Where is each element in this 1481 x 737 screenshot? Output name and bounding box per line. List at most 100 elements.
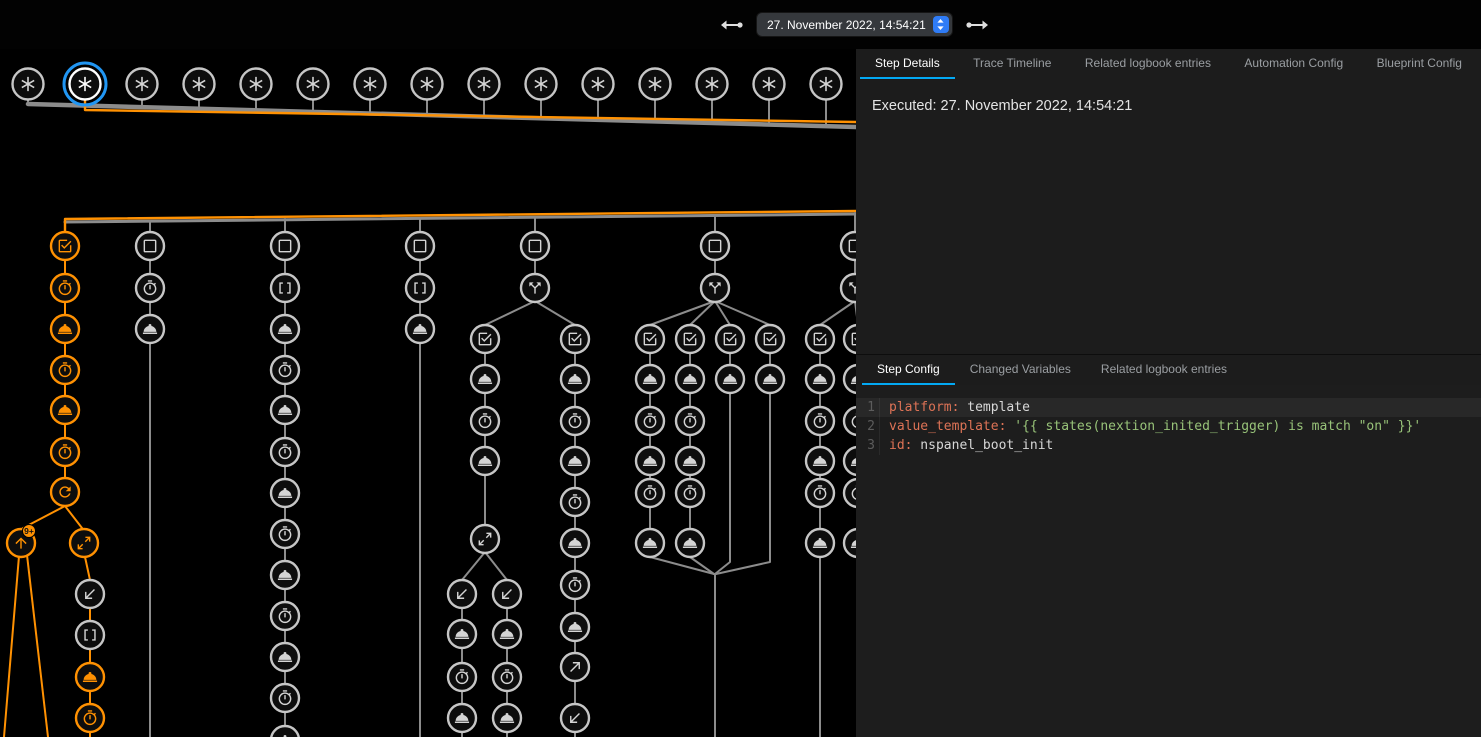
timer-node[interactable] (636, 407, 664, 435)
dome-node[interactable] (271, 561, 299, 589)
code-line-1[interactable]: 1platform: template (856, 398, 1481, 417)
asterisk-node[interactable] (412, 69, 443, 100)
dome-node[interactable] (406, 315, 434, 343)
dome-node[interactable] (271, 479, 299, 507)
arrow-sw-node[interactable] (493, 580, 521, 608)
brackets-node[interactable] (76, 621, 104, 649)
dome-node[interactable] (806, 447, 834, 475)
dome-node[interactable] (271, 643, 299, 671)
asterisk-node[interactable] (13, 69, 44, 100)
code-line-2[interactable]: 2value_template: '{{ states(nextion_init… (856, 417, 1481, 436)
code-line-3[interactable]: 3id: nspanel_boot_init (856, 436, 1481, 455)
dome-node[interactable] (676, 365, 704, 393)
dome-node[interactable] (448, 704, 476, 732)
timer-node[interactable] (51, 356, 79, 384)
dome-node[interactable] (844, 365, 856, 393)
timer-node[interactable] (271, 602, 299, 630)
dome-node[interactable] (51, 396, 79, 424)
square-node[interactable] (521, 232, 549, 260)
choose-node[interactable] (521, 274, 549, 302)
checkbox-node[interactable] (51, 232, 79, 260)
timer-node[interactable] (76, 704, 104, 732)
asterisk-node[interactable] (241, 69, 272, 100)
asterisk-node[interactable] (526, 69, 557, 100)
timer-node[interactable] (471, 407, 499, 435)
square-node[interactable] (841, 232, 856, 260)
run-datetime-select[interactable]: 27. November 2022, 14:54:21 (757, 13, 952, 36)
timer-node[interactable] (844, 479, 856, 507)
timer-node[interactable] (561, 488, 589, 516)
choose-node[interactable] (841, 274, 856, 302)
asterisk-node[interactable] (811, 69, 842, 100)
timer-node[interactable] (51, 274, 79, 302)
choose-node[interactable] (701, 274, 729, 302)
arrow-up-node[interactable]: 9+ (7, 525, 36, 558)
asterisk-node[interactable] (355, 69, 386, 100)
square-node[interactable] (271, 232, 299, 260)
square-node[interactable] (406, 232, 434, 260)
checkbox-node[interactable] (561, 325, 589, 353)
dome-node[interactable] (716, 365, 744, 393)
asterisk-node[interactable] (697, 69, 728, 100)
timer-node[interactable] (806, 407, 834, 435)
checkbox-node[interactable] (471, 325, 499, 353)
dome-node[interactable] (676, 447, 704, 475)
checkbox-node[interactable] (806, 325, 834, 353)
dome-node[interactable] (844, 529, 856, 557)
brackets-node[interactable] (406, 274, 434, 302)
timer-node[interactable] (561, 407, 589, 435)
dome-node[interactable] (806, 365, 834, 393)
dome-node[interactable] (271, 726, 299, 737)
dome-node[interactable] (636, 447, 664, 475)
timer-node[interactable] (561, 571, 589, 599)
arrow-sw-node[interactable] (76, 580, 104, 608)
timer-node[interactable] (271, 356, 299, 384)
tab-changed-variables[interactable]: Changed Variables (955, 355, 1086, 385)
tab-trace-timeline[interactable]: Trace Timeline (958, 49, 1066, 79)
timer-node[interactable] (271, 684, 299, 712)
dome-node[interactable] (561, 447, 589, 475)
timer-node[interactable] (51, 438, 79, 466)
timer-node[interactable] (271, 520, 299, 548)
timer-node[interactable] (676, 407, 704, 435)
checkbox-node[interactable] (676, 325, 704, 353)
square-node[interactable] (701, 232, 729, 260)
dome-node[interactable] (756, 365, 784, 393)
dome-node[interactable] (271, 396, 299, 424)
dome-node[interactable] (271, 315, 299, 343)
repeat-node[interactable] (51, 478, 79, 506)
checkbox-node[interactable] (716, 325, 744, 353)
dome-node[interactable] (561, 365, 589, 393)
timer-node[interactable] (136, 274, 164, 302)
asterisk-node[interactable] (64, 63, 106, 105)
asterisk-node[interactable] (640, 69, 671, 100)
checkbox-node[interactable] (636, 325, 664, 353)
timer-node[interactable] (493, 663, 521, 691)
dome-node[interactable] (493, 620, 521, 648)
dome-node[interactable] (136, 315, 164, 343)
dome-node[interactable] (51, 315, 79, 343)
asterisk-node[interactable] (184, 69, 215, 100)
square-node[interactable] (136, 232, 164, 260)
tab-step-details[interactable]: Step Details (860, 49, 955, 79)
arrow-sw-node[interactable] (561, 704, 589, 732)
dome-node[interactable] (636, 529, 664, 557)
dome-node[interactable] (636, 365, 664, 393)
tab-automation-config[interactable]: Automation Config (1229, 49, 1358, 79)
step-config-code[interactable]: 1platform: template2value_template: '{{ … (856, 385, 1481, 737)
timer-node[interactable] (806, 479, 834, 507)
asterisk-node[interactable] (754, 69, 785, 100)
dome-node[interactable] (806, 529, 834, 557)
previous-run-icon[interactable] (718, 18, 744, 32)
dome-node[interactable] (471, 447, 499, 475)
next-run-icon[interactable] (965, 18, 991, 32)
timer-node[interactable] (271, 438, 299, 466)
dome-node[interactable] (676, 529, 704, 557)
split-node[interactable] (471, 525, 499, 553)
arrow-sw-node[interactable] (448, 580, 476, 608)
tab-blueprint-config[interactable]: Blueprint Config (1362, 49, 1477, 79)
split-node[interactable] (70, 529, 98, 557)
checkbox-node[interactable] (844, 325, 856, 353)
dome-node[interactable] (561, 529, 589, 557)
asterisk-node[interactable] (469, 69, 500, 100)
